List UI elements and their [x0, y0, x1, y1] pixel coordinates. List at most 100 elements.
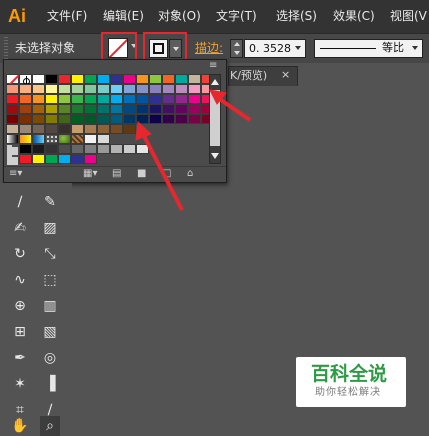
swatch[interactable] [71, 94, 84, 104]
swatch[interactable] [84, 144, 97, 154]
swatch[interactable] [58, 74, 71, 84]
swatch[interactable] [19, 84, 32, 94]
zoom-icon[interactable]: ⌕ [40, 416, 60, 436]
swatch-registration[interactable] [19, 74, 32, 87]
scroll-down-icon[interactable] [211, 153, 219, 159]
swatch[interactable] [58, 154, 71, 164]
profile-dropdown-icon[interactable] [412, 46, 418, 50]
new-color-group-icon[interactable]: ■ [137, 169, 146, 179]
swatch[interactable] [84, 84, 97, 94]
swatch[interactable] [71, 114, 84, 124]
blend-icon[interactable]: ◎ [40, 348, 60, 368]
swatch[interactable] [149, 74, 162, 84]
swatch[interactable] [97, 84, 110, 94]
document-tab-close-icon[interactable]: × [281, 68, 290, 82]
swatch[interactable] [45, 124, 58, 134]
swatch[interactable] [71, 84, 84, 94]
swatch[interactable] [84, 74, 97, 84]
swatch-grad-white-black[interactable] [6, 134, 19, 144]
swatch[interactable] [149, 104, 162, 114]
swatch[interactable] [136, 94, 149, 104]
stroke-weight-stepper[interactable] [230, 39, 243, 58]
swatch-pattern-brown[interactable] [71, 134, 84, 144]
swatch[interactable] [84, 94, 97, 104]
swatch[interactable] [175, 74, 188, 84]
swatch[interactable] [110, 114, 123, 124]
swatch[interactable] [123, 94, 136, 104]
color-group-folder-icon[interactable] [6, 144, 19, 155]
swatch[interactable] [110, 84, 123, 94]
swatch[interactable] [84, 124, 97, 134]
swatch[interactable] [32, 144, 45, 154]
eraser-icon[interactable]: ▨ [40, 218, 60, 238]
swatch[interactable] [123, 104, 136, 114]
swatch-grad-orange-yellow[interactable] [19, 134, 32, 144]
swatch[interactable] [45, 154, 58, 164]
swatch[interactable] [32, 84, 45, 94]
swatch[interactable] [149, 94, 162, 104]
swatch[interactable] [6, 124, 19, 134]
menu-file[interactable]: 文件(F) [47, 8, 87, 24]
swatch[interactable] [162, 94, 175, 104]
swatch[interactable] [58, 104, 71, 114]
menu-view[interactable]: 视图(V [390, 8, 427, 24]
swatch-pattern-dots[interactable] [45, 134, 58, 144]
swatch[interactable] [175, 94, 188, 104]
menu-edit[interactable]: 编辑(E) [103, 8, 144, 24]
swatch[interactable] [32, 94, 45, 104]
menu-type[interactable]: 文字(T) [216, 8, 257, 24]
swatch[interactable] [58, 84, 71, 94]
swatch[interactable] [45, 94, 58, 104]
swatch[interactable] [188, 94, 201, 104]
swatch[interactable] [162, 114, 175, 124]
swatch[interactable] [162, 84, 175, 94]
stroke-weight-dropdown-icon[interactable] [292, 40, 305, 57]
swatch[interactable] [71, 144, 84, 154]
hand-icon[interactable]: ✋ [10, 416, 30, 436]
swatch[interactable] [136, 144, 149, 154]
swatch[interactable] [149, 84, 162, 94]
free-transform-icon[interactable]: ⬚ [40, 270, 60, 290]
swatch[interactable] [32, 114, 45, 124]
swatch[interactable] [58, 144, 71, 154]
swatch[interactable] [45, 104, 58, 114]
swatch[interactable] [149, 114, 162, 124]
swatch[interactable] [110, 124, 123, 134]
pencil-icon[interactable]: ✎ [40, 192, 60, 212]
swatch-none[interactable] [6, 74, 19, 84]
swatch[interactable] [58, 124, 71, 134]
swatch[interactable] [123, 144, 136, 154]
swatch[interactable] [71, 124, 84, 134]
swatch[interactable] [188, 84, 201, 94]
paintbrush-icon[interactable]: ∕ [10, 192, 30, 212]
swatch[interactable] [19, 114, 32, 124]
menu-select[interactable]: 选择(S) [276, 8, 317, 24]
swatch[interactable] [188, 104, 201, 114]
swatch[interactable] [32, 74, 45, 84]
swatch[interactable] [19, 94, 32, 104]
swatch[interactable] [19, 104, 32, 114]
menu-effect[interactable]: 效果(C) [333, 8, 375, 24]
swatch[interactable] [32, 124, 45, 134]
swatch[interactable] [45, 84, 58, 94]
swatch-pattern-leaf[interactable] [58, 134, 71, 144]
swatch[interactable] [97, 104, 110, 114]
swatch-options-icon[interactable]: ▤ [112, 169, 121, 179]
eyedropper-icon[interactable]: ✒ [10, 348, 30, 368]
swatch[interactable] [6, 104, 19, 114]
swatch[interactable] [136, 74, 149, 84]
swatch[interactable] [110, 144, 123, 154]
swatch[interactable] [175, 114, 188, 124]
swatch-grad-blue[interactable] [32, 134, 45, 144]
swatch[interactable] [71, 104, 84, 114]
blob-brush-icon[interactable]: ✍ [10, 218, 30, 238]
swatch[interactable] [84, 134, 97, 144]
swatch[interactable] [97, 114, 110, 124]
scroll-up-icon[interactable] [211, 79, 219, 85]
swatch[interactable] [175, 84, 188, 94]
swatch[interactable] [110, 94, 123, 104]
swatch[interactable] [84, 104, 97, 114]
swatch[interactable] [6, 114, 19, 124]
swatch[interactable] [123, 124, 136, 134]
swatch[interactable] [188, 114, 201, 124]
